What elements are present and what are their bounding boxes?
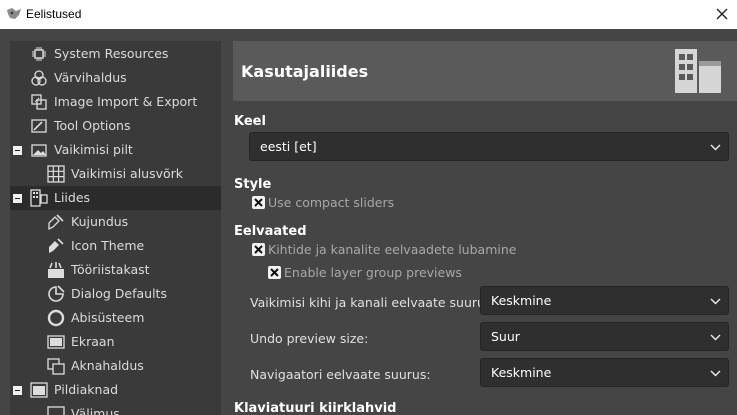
tool-options-icon <box>31 119 47 133</box>
sidebar-item-label: Välimus <box>71 406 120 415</box>
sidebar-item-label: Liides <box>54 190 91 205</box>
sidebar-item-appearance[interactable]: Välimus <box>10 402 221 415</box>
layer-channel-previews-checkbox[interactable]: Kihtide ja kanalite eelvaadete lubamine <box>252 242 552 260</box>
collapse-toggle[interactable] <box>13 386 22 395</box>
sidebar-item-label: Vaikimisi pilt <box>54 142 133 157</box>
checkbox-box[interactable] <box>268 266 281 279</box>
combo-value: Suur <box>491 329 520 344</box>
sidebar-item-label: Icon Theme <box>71 238 145 253</box>
preferences-tree: System Resources Värvihaldus Image Impor… <box>10 41 221 415</box>
sidebar-item-icon-theme[interactable]: Icon Theme <box>10 234 221 258</box>
import-export-icon <box>31 94 47 110</box>
combo-value: Keskmine <box>491 365 552 380</box>
compact-sliders-checkbox[interactable]: Use compact sliders <box>252 195 452 213</box>
close-icon[interactable] <box>713 5 731 23</box>
page-title: Kasutajaliides <box>241 62 369 81</box>
chevron-down-icon <box>710 334 721 341</box>
chip-icon <box>32 47 46 61</box>
chevron-down-icon <box>710 370 721 377</box>
chevron-down-icon <box>710 298 721 305</box>
toolbox-icon <box>48 262 64 278</box>
title-bar: Eelistused <box>0 0 737 29</box>
sidebar-item-label: System Resources <box>54 46 169 61</box>
interface-icon <box>675 49 721 93</box>
undo-preview-size-combo[interactable]: Suur <box>480 322 729 351</box>
image-icon <box>31 144 47 157</box>
sidebar-item-system-resources[interactable]: System Resources <box>10 42 221 66</box>
section-previews: Eelvaated <box>234 224 307 239</box>
sidebar-item-theme[interactable]: Kujundus <box>10 210 221 234</box>
preferences-dialog: System Resources Värvihaldus Image Impor… <box>0 29 737 415</box>
sidebar-item-label: Tool Options <box>54 118 131 133</box>
sidebar-item-display[interactable]: Ekraan <box>10 330 221 354</box>
layer-group-previews-checkbox[interactable]: Enable layer group previews <box>268 265 508 283</box>
section-style: Style <box>234 177 272 192</box>
navigator-preview-size-label: Navigaatori eelvaate suurus: <box>250 367 431 382</box>
sidebar-item-label: Dialog Defaults <box>71 286 167 301</box>
sidebar-item-image-import-export[interactable]: Image Import & Export <box>10 90 221 114</box>
grid-icon <box>47 165 65 183</box>
interface-icon <box>30 189 48 207</box>
sidebar-item-color-management[interactable]: Värvihaldus <box>10 66 221 90</box>
sidebar-item-label: Aknahaldus <box>71 358 144 373</box>
checkbox-box[interactable] <box>252 243 265 256</box>
sidebar-item-dialog-defaults[interactable]: Dialog Defaults <box>10 282 221 306</box>
language-combo[interactable]: eesti [et] <box>249 132 729 161</box>
collapse-toggle[interactable] <box>13 194 22 203</box>
sidebar-item-toolbox[interactable]: Tööriistakast <box>10 258 221 282</box>
undo-preview-size-label: Undo preview size: <box>250 331 369 346</box>
checkbox-label: Kihtide ja kanalite eelvaadete lubamine <box>268 242 517 257</box>
sidebar-item-label: Abisüsteem <box>71 310 145 325</box>
gimp-app-icon <box>7 8 21 19</box>
sidebar-item-window-management[interactable]: Aknahaldus <box>10 354 221 378</box>
dialog-defaults-icon <box>48 285 65 302</box>
sidebar-item-default-image[interactable]: Vaikimisi pilt <box>10 138 221 162</box>
checkbox-box[interactable] <box>252 196 265 209</box>
collapse-toggle[interactable] <box>13 146 22 155</box>
color-circles-icon <box>31 70 47 86</box>
sidebar-item-label: Tööriistakast <box>71 262 150 277</box>
sidebar-item-label: Image Import & Export <box>54 94 198 109</box>
window-title: Eelistused <box>26 7 82 21</box>
sidebar-item-tool-options[interactable]: Tool Options <box>10 114 221 138</box>
sidebar-item-default-grid[interactable]: Vaikimisi alusvõrk <box>10 162 221 186</box>
checkbox-label: Use compact sliders <box>268 195 395 210</box>
section-language: Keel <box>234 114 266 129</box>
page-header: Kasutajaliides <box>233 41 737 101</box>
sidebar-item-label: Värvihaldus <box>54 70 127 85</box>
section-keyboard-shortcuts: Klaviatuuri kiirklahvid <box>234 401 397 415</box>
default-preview-size-combo[interactable]: Keskmine <box>480 286 729 315</box>
display-icon <box>47 335 65 349</box>
default-preview-size-label: Vaikimisi kihi ja kanali eelvaate suurus… <box>250 295 496 310</box>
preferences-page: Kasutajaliides Keel eesti [et] Style Use… <box>233 41 737 415</box>
appearance-icon <box>47 406 65 415</box>
sidebar-item-label: Pildiaknad <box>54 382 119 397</box>
chevron-down-icon <box>710 144 721 151</box>
help-system-icon <box>47 309 65 327</box>
checkbox-label: Enable layer group previews <box>284 265 462 280</box>
combo-value: Keskmine <box>491 293 552 308</box>
image-windows-icon <box>30 382 48 398</box>
sidebar-item-label: Kujundus <box>71 214 129 229</box>
sidebar-item-image-windows[interactable]: Pildiaknad <box>10 378 221 402</box>
theme-icon <box>48 214 64 231</box>
language-value: eesti [et] <box>260 139 317 154</box>
icon-theme-icon <box>49 238 64 253</box>
sidebar-item-help-system[interactable]: Abisüsteem <box>10 306 221 330</box>
navigator-preview-size-combo[interactable]: Keskmine <box>480 358 729 387</box>
sidebar-item-label: Vaikimisi alusvõrk <box>71 166 184 181</box>
sidebar-item-label: Ekraan <box>71 334 115 349</box>
sidebar-item-interface[interactable]: Liides <box>10 186 221 210</box>
window-management-icon <box>47 358 65 375</box>
